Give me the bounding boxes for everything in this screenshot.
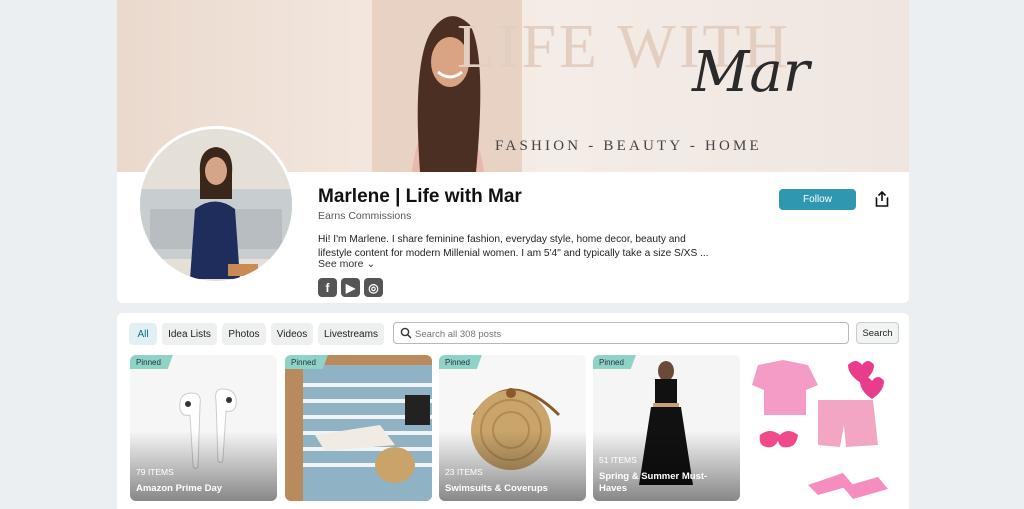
post-item-count: 79 ITEMS	[136, 467, 174, 477]
profile-bio: Hi! I'm Marlene. I share feminine fashio…	[318, 234, 709, 259]
filter-all[interactable]: All	[129, 323, 157, 345]
see-more-link[interactable]: See more ⌄	[318, 258, 375, 270]
post-card[interactable]: Pinned 23 ITEMS Swimsuits & Coverups	[439, 355, 586, 501]
search-button[interactable]: Search	[856, 322, 899, 344]
chevron-down-icon: ⌄	[366, 258, 376, 270]
earns-commissions-label: Earns Commissions	[318, 210, 412, 222]
pinned-badge: Pinned	[130, 355, 173, 369]
beach-photo-image	[285, 355, 432, 501]
post-title: Spring & Summer Must-Haves	[599, 471, 708, 494]
post-card[interactable]: Pinned	[285, 355, 432, 501]
filter-idea-lists[interactable]: Idea Lists	[162, 323, 217, 345]
search-input[interactable]	[413, 323, 837, 345]
youtube-icon[interactable]: ▶	[341, 278, 360, 297]
search-icon	[400, 327, 412, 339]
post-title: Swimsuits & Coverups	[445, 483, 548, 494]
filter-photos[interactable]: Photos	[222, 323, 266, 345]
share-icon[interactable]	[873, 190, 891, 208]
post-card[interactable]	[748, 355, 895, 501]
facebook-icon[interactable]: f	[318, 278, 337, 297]
profile-name: Marlene | Life with Mar	[318, 186, 522, 207]
see-more-label: See more	[318, 258, 364, 270]
banner-tagline: FASHION - BEAUTY - HOME	[495, 138, 762, 154]
post-card[interactable]: Pinned 51 ITEMS Spring & Summer Must-Hav…	[593, 355, 740, 501]
post-item-count: 51 ITEMS	[599, 455, 637, 465]
instagram-icon[interactable]: ◎	[364, 278, 383, 297]
filter-videos[interactable]: Videos	[271, 323, 313, 345]
follow-button[interactable]: Follow	[779, 189, 856, 210]
pink-outfit-image	[748, 355, 895, 501]
pinned-badge: Pinned	[593, 355, 636, 369]
post-item-count: 23 ITEMS	[445, 467, 483, 477]
pinned-badge: Pinned	[439, 355, 482, 369]
avatar	[137, 126, 295, 284]
filter-livestreams[interactable]: Livestreams	[318, 323, 384, 345]
post-card[interactable]: Pinned 79 ITEMS Amazon Prime Day	[130, 355, 277, 501]
pinned-badge: Pinned	[285, 355, 328, 369]
post-title: Amazon Prime Day	[136, 483, 223, 494]
banner-script-text: Mar	[692, 40, 810, 105]
